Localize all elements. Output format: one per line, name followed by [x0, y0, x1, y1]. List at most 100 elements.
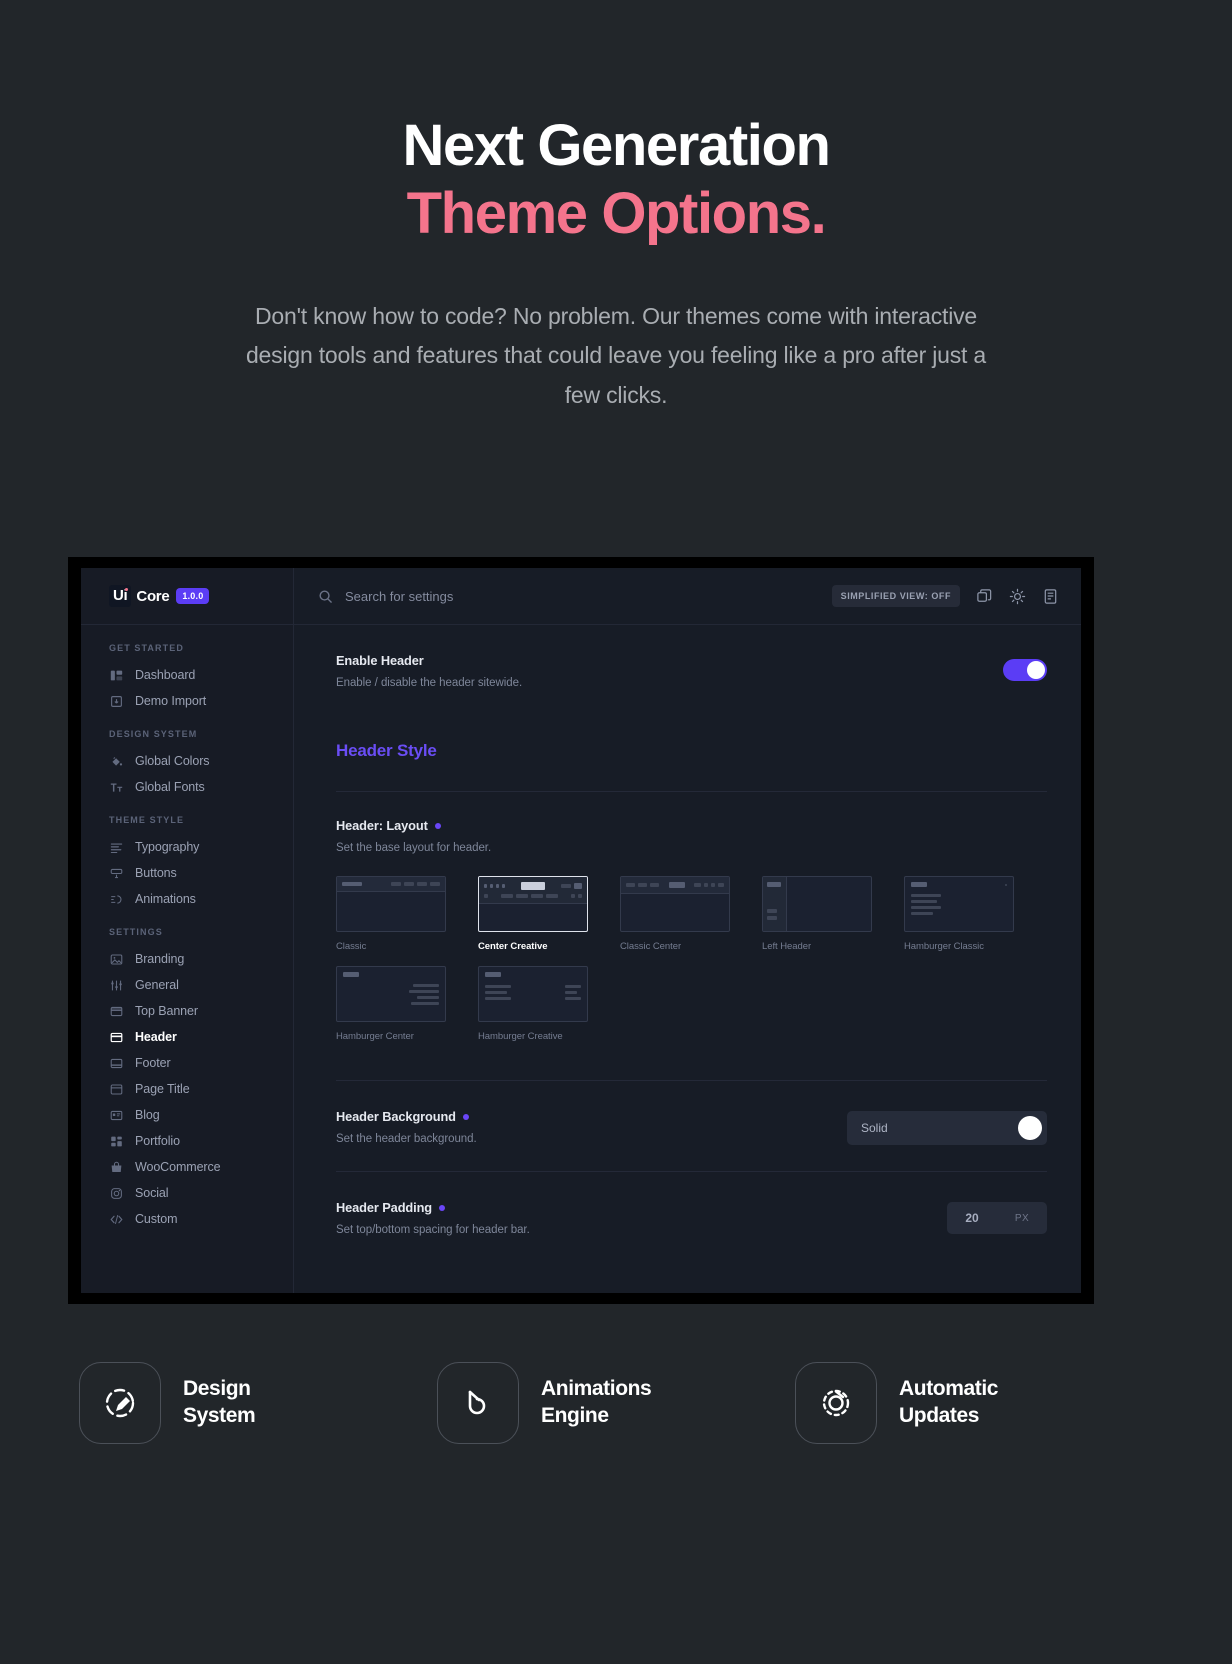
layout-option-center-creative[interactable]: Center Creative — [478, 876, 588, 952]
setting-text: Header: Layout Set the base layout for h… — [336, 818, 1047, 854]
preview-bar — [337, 877, 445, 892]
sun-icon[interactable] — [1009, 588, 1026, 605]
layout-option-label: Classic — [336, 941, 367, 952]
color-swatch[interactable] — [1018, 1116, 1042, 1140]
sidebar-item-custom[interactable]: Custom — [81, 1206, 293, 1232]
instagram-icon — [109, 1186, 123, 1200]
setting-title-label: Enable Header — [336, 653, 424, 668]
setting-title: Header: Layout — [336, 818, 1047, 833]
layout-option-hamburger-creative[interactable]: Hamburger Creative — [478, 966, 588, 1042]
layout-preview — [904, 876, 1014, 932]
setting-header-background: Header Background Set the header backgro… — [336, 1080, 1047, 1171]
nav-group-get-started: GET STARTED Dashboard Demo Import — [81, 643, 293, 714]
sidebar-item-label: Blog — [135, 1108, 160, 1122]
layout-option-label: Classic Center — [620, 941, 682, 952]
button-icon — [109, 866, 123, 880]
toggle-knob — [1027, 661, 1045, 679]
setting-control: Solid — [847, 1109, 1047, 1145]
setting-description: Set top/bottom spacing for header bar. — [336, 1224, 530, 1236]
setting-title-label: Header Padding — [336, 1200, 433, 1215]
header-padding-input[interactable]: 20 PX — [947, 1202, 1047, 1234]
sidebar-item-dashboard[interactable]: Dashboard — [81, 662, 293, 688]
setting-title-label: Header Background — [336, 1109, 456, 1124]
image-icon — [109, 952, 123, 966]
sidebar-item-general[interactable]: General — [81, 972, 293, 998]
sidebar-item-blog[interactable]: Blog — [81, 1102, 293, 1128]
document-icon[interactable] — [1042, 588, 1059, 605]
sliders-icon — [109, 978, 123, 992]
sidebar-item-label: Buttons — [135, 866, 177, 880]
layout-option-classic[interactable]: Classic — [336, 876, 446, 952]
sidebar-item-label: Footer — [135, 1056, 171, 1070]
sidebar-item-page-title[interactable]: Page Title — [81, 1076, 293, 1102]
layout-preview — [336, 966, 446, 1022]
header-icon — [109, 1030, 123, 1044]
sidebar-item-label: Typography — [135, 840, 200, 854]
nav-group-title: SETTINGS — [109, 927, 163, 937]
layout-option-classic-center[interactable]: Classic Center — [620, 876, 730, 952]
nav-group-title: GET STARTED — [109, 643, 184, 653]
sidebar-item-typography[interactable]: Typography — [81, 834, 293, 860]
setting-title: Header Background — [336, 1109, 477, 1124]
sidebar-item-label: Demo Import — [135, 694, 207, 708]
layout-option-left-header[interactable]: Left Header — [762, 876, 872, 952]
sidebar-item-label: Page Title — [135, 1082, 190, 1096]
hero-subtitle: Don't know how to code? No problem. Our … — [245, 302, 987, 408]
setting-header-padding: Header Padding Set top/bottom spacing fo… — [336, 1171, 1047, 1262]
simplified-view-badge[interactable]: SIMPLIFIED VIEW: OFF — [831, 585, 960, 607]
sidebar-item-label: Dashboard — [135, 668, 196, 682]
nav-group-settings: SETTINGS Branding General Top Banner Hea… — [81, 927, 293, 1232]
search-input[interactable] — [345, 588, 665, 604]
portfolio-icon — [109, 1134, 123, 1148]
animations-engine-icon — [437, 1362, 519, 1444]
sidebar-item-animations[interactable]: Animations — [81, 886, 293, 912]
copy-icon[interactable] — [976, 588, 993, 605]
sidebar-item-woocommerce[interactable]: WooCommerce — [81, 1154, 293, 1180]
top-banner-icon — [109, 1004, 123, 1018]
nav-group-title: DESIGN SYSTEM — [109, 729, 198, 739]
layout-option-hamburger-center[interactable]: Hamburger Center — [336, 966, 446, 1042]
search-icon — [318, 589, 333, 604]
sidebar-item-branding[interactable]: Branding — [81, 946, 293, 972]
setting-header-layout: Header: Layout Set the base layout for h… — [336, 791, 1047, 1080]
feature-line1: Animations — [541, 1377, 652, 1401]
main-panel: SIMPLIFIED VIEW: OFF Enable Header Enabl… — [294, 568, 1081, 1293]
header-background-select[interactable]: Solid — [847, 1111, 1047, 1145]
brand-row: Ui Core 1.0.0 — [81, 568, 293, 625]
sidebar: Ui Core 1.0.0 GET STARTED Dashboard Demo… — [81, 568, 294, 1293]
section-title: Header Style — [336, 741, 437, 760]
sidebar-item-footer[interactable]: Footer — [81, 1050, 293, 1076]
preview-bar — [621, 877, 729, 894]
setting-control: 20 PX — [947, 1200, 1047, 1234]
enable-header-toggle[interactable] — [1003, 659, 1047, 681]
features-section: Design System Animations Engine Automati… — [0, 1362, 1232, 1444]
sidebar-item-buttons[interactable]: Buttons — [81, 860, 293, 886]
sidebar-item-portfolio[interactable]: Portfolio — [81, 1128, 293, 1154]
setting-description: Enable / disable the header sitewide. — [336, 677, 523, 689]
modified-dot-icon — [462, 1113, 469, 1120]
footer-icon — [109, 1056, 123, 1070]
sidebar-item-global-fonts[interactable]: Global Fonts — [81, 774, 293, 800]
sidebar-item-label: Custom — [135, 1212, 178, 1226]
hero-title-line2: Theme Options. — [406, 181, 827, 247]
sidebar-item-demo-import[interactable]: Demo Import — [81, 688, 293, 714]
layout-option-hamburger-classic[interactable]: Hamburger Classic — [904, 876, 1014, 952]
sidebar-item-header[interactable]: Header — [81, 1024, 293, 1050]
layout-option-label: Hamburger Center — [336, 1031, 414, 1042]
sidebar-item-label: Branding — [135, 952, 185, 966]
sidebar-item-label: Header — [135, 1030, 177, 1044]
animation-icon — [109, 892, 123, 906]
sidebar-item-global-colors[interactable]: Global Colors — [81, 748, 293, 774]
sidebar-item-social[interactable]: Social — [81, 1180, 293, 1206]
padding-unit[interactable]: PX — [997, 1213, 1047, 1224]
settings-body[interactable]: Enable Header Enable / disable the heade… — [294, 625, 1081, 1293]
setting-description: Set the header background. — [336, 1133, 477, 1145]
sidebar-item-top-banner[interactable]: Top Banner — [81, 998, 293, 1024]
preview-bar — [905, 877, 1013, 920]
feature-line2: Engine — [541, 1404, 609, 1427]
demo-import-icon — [109, 694, 123, 708]
feature-animations-engine: Animations Engine — [437, 1362, 795, 1444]
logo[interactable]: Ui Core 1.0.0 — [109, 585, 210, 607]
feature-design-system: Design System — [79, 1362, 437, 1444]
app-window-frame: Ui Core 1.0.0 GET STARTED Dashboard Demo… — [68, 557, 1094, 1304]
